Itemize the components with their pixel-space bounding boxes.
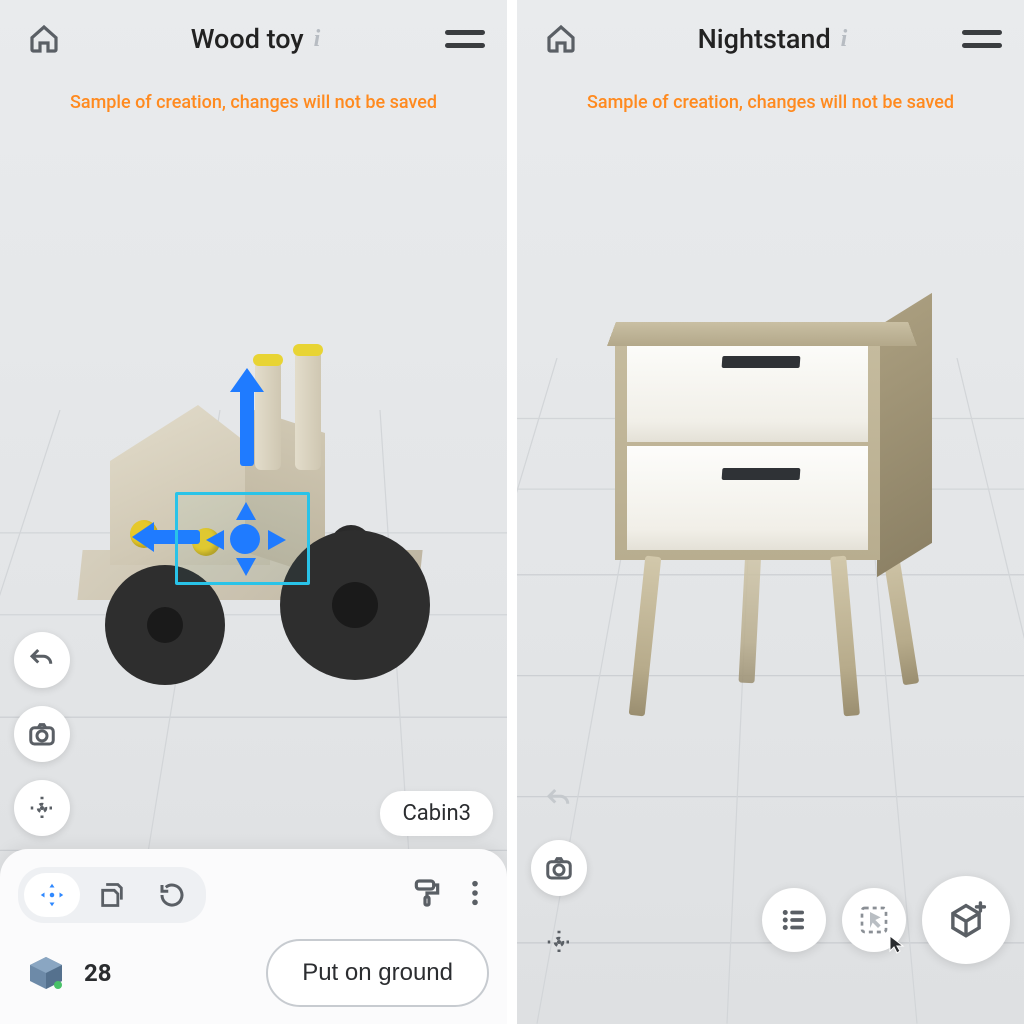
add-shape-icon [945,899,987,941]
info-icon[interactable]: i [841,26,848,53]
reset-rotation-button[interactable] [144,873,200,917]
part-count: 28 [84,959,112,987]
home-button[interactable] [539,17,583,61]
sample-warning: Sample of creation, changes will not be … [0,92,507,113]
reset-rotation-icon [157,880,187,910]
gizmo-axis-up[interactable] [240,386,254,466]
parts-list-button[interactable] [762,888,826,952]
selection-tool-button[interactable] [842,888,906,952]
camera-icon [27,719,57,749]
home-icon [28,23,60,55]
gizmo-pan-left[interactable] [206,530,224,550]
move-mode-button[interactable] [24,873,80,917]
sample-warning: Sample of creation, changes will not be … [517,92,1024,113]
undo-icon [27,645,57,675]
project-title-group[interactable]: Wood toy i [191,23,321,55]
project-title: Nightstand [698,23,831,55]
project-title-group[interactable]: Nightstand i [698,23,848,55]
focus-target-icon [27,793,57,823]
nightstand-model[interactable] [607,280,937,710]
viewport-3d[interactable] [517,0,1024,1024]
add-shape-button[interactable] [922,876,1010,964]
editor-screen-nightstand: Nightstand i Sample of creation, changes… [517,0,1024,1024]
part-cube-icon[interactable] [26,953,66,993]
editor-screen-wood-toy: Wood toy i Sample of creation, changes w… [0,0,507,1024]
focus-target-icon [544,927,574,957]
bottom-toolbar: 28 Put on ground [0,849,507,1024]
selection-label-chip[interactable]: Cabin3 [380,791,493,836]
clone-mode-button[interactable] [84,873,140,917]
home-button[interactable] [22,17,66,61]
gizmo-pan-down[interactable] [236,558,256,576]
put-on-ground-button[interactable]: Put on ground [266,939,489,1007]
menu-button[interactable] [445,24,485,54]
gizmo-center[interactable] [230,524,260,554]
focus-button[interactable] [14,780,70,836]
undo-button-disabled [537,778,581,822]
menu-button[interactable] [962,24,1002,54]
camera-button[interactable] [531,840,587,896]
paint-button[interactable] [411,877,443,913]
transform-mode-group [18,867,206,923]
menu-icon [445,30,485,35]
focus-button[interactable] [537,920,581,964]
paint-roller-icon [411,877,443,909]
undo-icon [544,785,574,815]
menu-icon [962,30,1002,35]
cursor-icon [888,934,908,954]
info-icon[interactable]: i [314,26,321,53]
gizmo-pan-right[interactable] [268,530,286,550]
more-button[interactable] [471,879,479,911]
camera-button[interactable] [14,706,70,762]
undo-button[interactable] [14,632,70,688]
more-vert-icon [471,879,479,907]
list-icon [779,905,809,935]
wood-toy-model[interactable] [80,360,440,660]
select-box-icon [858,904,890,936]
move-gizmo-icon [37,880,67,910]
duplicate-icon [98,881,126,909]
home-icon [545,23,577,55]
camera-icon [544,853,574,883]
project-title: Wood toy [191,23,304,55]
gizmo-pan-up[interactable] [236,502,256,520]
